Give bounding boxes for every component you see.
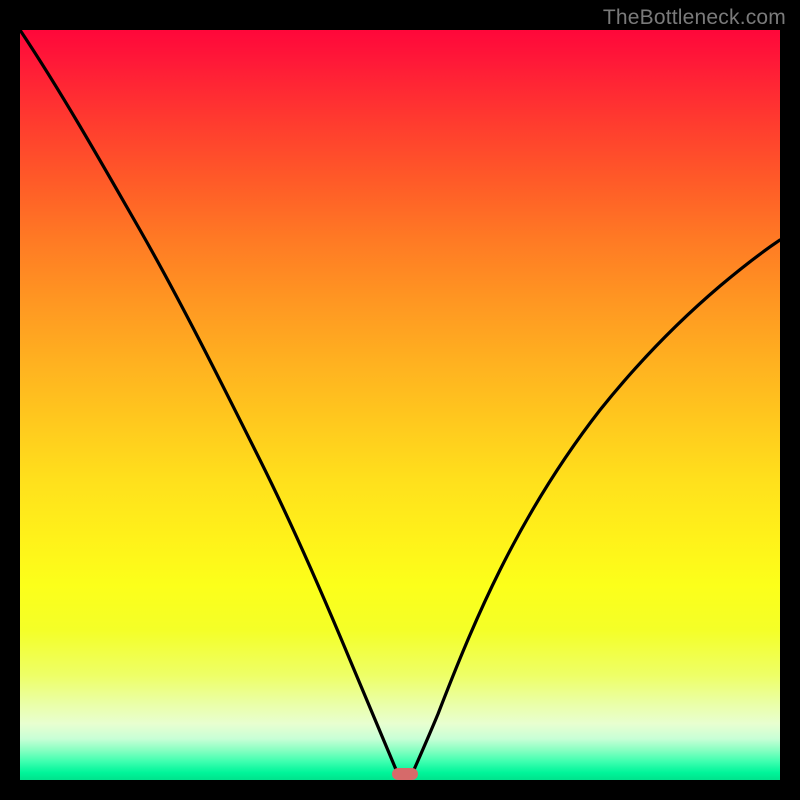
- chart-container: TheBottleneck.com: [0, 0, 800, 800]
- watermark-text: TheBottleneck.com: [603, 6, 786, 30]
- notch-marker: [392, 768, 418, 780]
- bottleneck-curve: [20, 30, 780, 780]
- plot-area: [20, 30, 780, 780]
- curve-right-branch: [413, 240, 780, 772]
- curve-left-branch: [20, 30, 397, 772]
